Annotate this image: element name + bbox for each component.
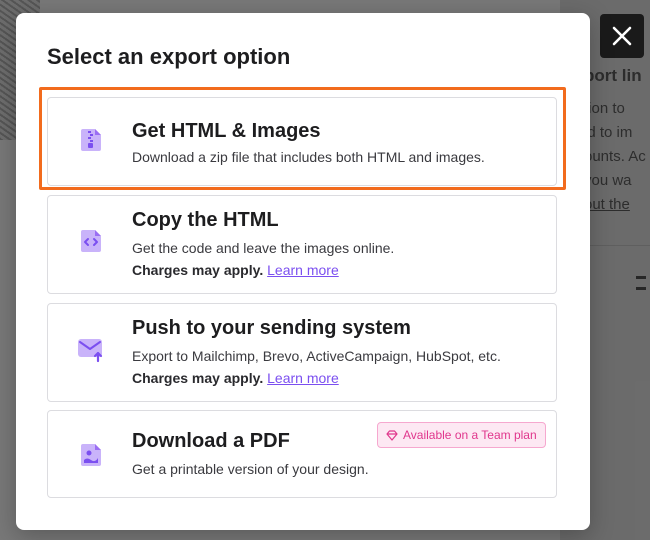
charges-note: Charges may apply. [132, 262, 264, 278]
badge-label: Available on a Team plan [403, 428, 537, 442]
option-description: Get the code and leave the images online… [132, 240, 395, 256]
modal-title: Select an export option [47, 44, 291, 69]
option-copy-html[interactable]: Copy the HTML Get the code and leave the… [47, 195, 557, 294]
zip-file-icon [76, 125, 106, 155]
code-file-icon [76, 226, 106, 256]
option-description: Export to Mailchimp, Brevo, ActiveCampai… [132, 348, 501, 364]
option-title: Get HTML & Images [132, 120, 321, 142]
learn-more-link[interactable]: Learn more [267, 370, 339, 386]
option-title: Copy the HTML [132, 209, 279, 231]
option-title: Push to your sending system [132, 317, 411, 339]
learn-more-link[interactable]: Learn more [267, 262, 339, 278]
export-modal: Select an export option Get HTML & Image… [16, 13, 590, 530]
option-download-pdf[interactable]: Download a PDF Get a printable version o… [47, 410, 557, 498]
option-get-html-images[interactable]: Get HTML & Images Download a zip file th… [47, 97, 557, 186]
option-description: Get a printable version of your design. [132, 461, 369, 477]
close-button[interactable] [600, 14, 644, 58]
close-icon [612, 26, 632, 46]
team-plan-badge[interactable]: Available on a Team plan [377, 422, 546, 448]
send-email-icon [76, 334, 106, 364]
option-description: Download a zip file that includes both H… [132, 149, 485, 165]
option-note: Charges may apply. Learn more [132, 370, 339, 386]
option-push-sending-system[interactable]: Push to your sending system Export to Ma… [47, 303, 557, 402]
option-note: Charges may apply. Learn more [132, 262, 339, 278]
pdf-image-file-icon [76, 440, 106, 470]
option-title: Download a PDF [132, 430, 290, 452]
charges-note: Charges may apply. [132, 370, 264, 386]
diamond-icon [386, 429, 398, 441]
